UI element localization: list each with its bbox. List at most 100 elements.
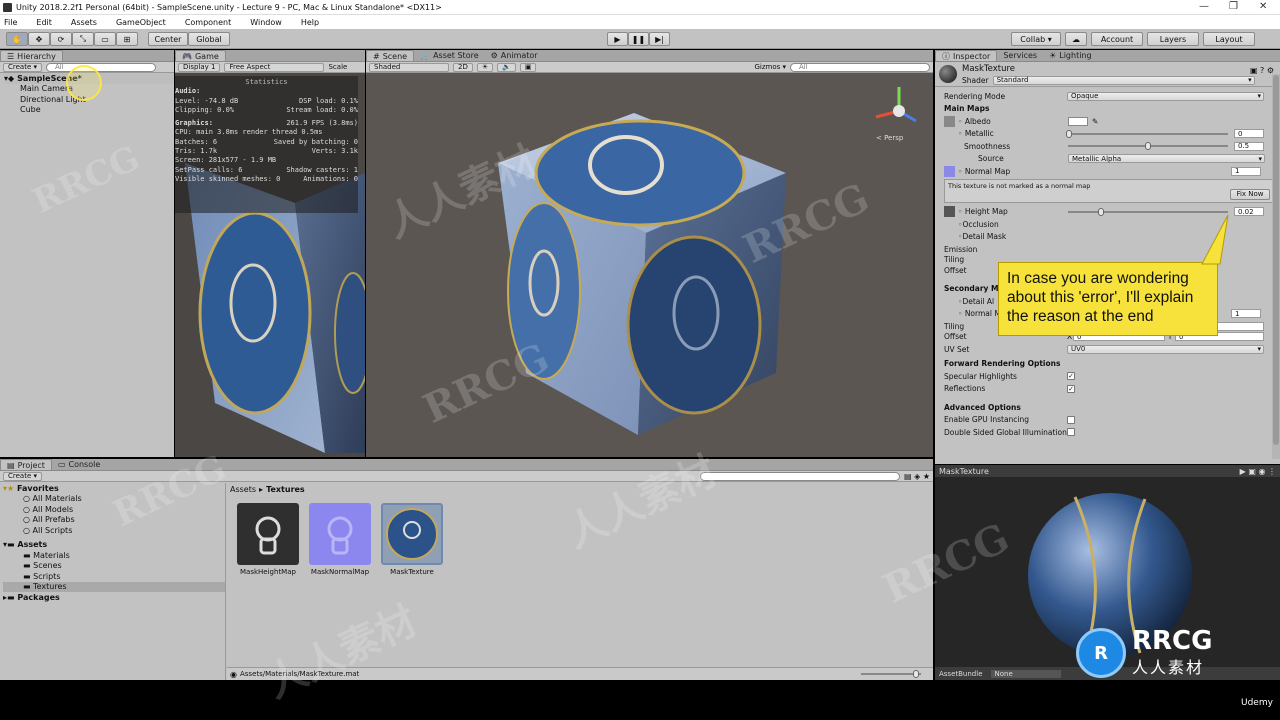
fav-all-models[interactable]: ○ All Models bbox=[3, 504, 225, 515]
folder-scenes[interactable]: ▬ Scenes bbox=[3, 561, 225, 572]
tab-game[interactable]: 🎮 Game bbox=[175, 50, 226, 61]
inspector-scrollbar-thumb[interactable] bbox=[1273, 75, 1279, 445]
transform-tool-icon[interactable]: ⊞ bbox=[116, 32, 138, 46]
packages-row[interactable]: ▸▬ Packages bbox=[3, 592, 225, 603]
menu-assets[interactable]: Assets bbox=[71, 18, 97, 27]
tab-lighting[interactable]: ☀ Lighting bbox=[1043, 50, 1098, 61]
menu-help[interactable]: Help bbox=[301, 18, 319, 27]
close-button[interactable]: ✕ bbox=[1259, 1, 1267, 12]
fix-now-button[interactable]: Fix Now bbox=[1230, 188, 1270, 200]
thumb-mask-texture[interactable] bbox=[381, 503, 443, 565]
normal-map2-field[interactable]: 1 bbox=[1231, 309, 1261, 319]
uv-set-dropdown[interactable]: UV0 ▾ bbox=[1067, 344, 1264, 354]
play-icon[interactable]: ▶ bbox=[607, 32, 628, 46]
hierarchy-create-button[interactable]: Create ▾ bbox=[3, 62, 42, 72]
display-dropdown[interactable]: Display 1 bbox=[178, 62, 221, 72]
gpu-instancing-checkbox[interactable] bbox=[1067, 415, 1075, 424]
project-create-button[interactable]: Create ▾ bbox=[3, 471, 42, 481]
smoothness-slider[interactable] bbox=[1068, 142, 1228, 151]
2d-toggle[interactable]: 2D bbox=[453, 62, 473, 72]
cloud-icon[interactable]: ☁ bbox=[1065, 32, 1087, 46]
collab-dropdown[interactable]: Collab ▾ bbox=[1011, 32, 1061, 46]
metallic-slider-knob[interactable] bbox=[1066, 129, 1072, 138]
assets-row[interactable]: ▾▬ Assets bbox=[3, 540, 225, 551]
hierarchy-search-input[interactable]: All bbox=[46, 62, 156, 72]
folder-materials[interactable]: ▬ Materials bbox=[3, 550, 225, 561]
menu-component[interactable]: Component bbox=[185, 18, 231, 27]
albedo-color-swatch[interactable] bbox=[1068, 116, 1088, 126]
rendering-mode-dropdown[interactable]: Opaque ▾ bbox=[1067, 91, 1264, 101]
tab-hierarchy[interactable]: ☰ Hierarchy bbox=[0, 50, 63, 61]
asset-bundle-dropdown[interactable]: None bbox=[990, 669, 1061, 678]
menu-window[interactable]: Window bbox=[250, 18, 282, 27]
persp-label[interactable]: < Persp bbox=[876, 134, 903, 142]
rect-tool-icon[interactable]: ▭ bbox=[94, 32, 116, 46]
fav-all-scripts[interactable]: ○ All Scripts bbox=[3, 525, 225, 536]
account-dropdown[interactable]: Account bbox=[1091, 32, 1143, 46]
thumbnail-size-slider[interactable] bbox=[861, 670, 921, 678]
aspect-dropdown[interactable]: Free Aspect bbox=[224, 62, 325, 72]
scale-tool-icon[interactable]: ⤡ bbox=[72, 32, 94, 46]
tab-asset-store[interactable]: 🛒 Asset Store bbox=[414, 50, 485, 61]
project-search-input[interactable] bbox=[700, 471, 901, 481]
pivot-center-button[interactable]: Center bbox=[148, 32, 188, 46]
shading-mode-dropdown[interactable]: Shaded bbox=[369, 62, 449, 72]
thumbnail-size-knob[interactable] bbox=[913, 670, 919, 678]
fav-all-materials[interactable]: ○ All Materials bbox=[3, 494, 225, 505]
source-dropdown[interactable]: Metallic Alpha ▾ bbox=[1068, 154, 1265, 164]
normal-map-texture-slot[interactable] bbox=[944, 165, 955, 177]
tab-scene[interactable]: # Scene bbox=[366, 50, 415, 61]
rotate-tool-icon[interactable]: ⟳ bbox=[50, 32, 72, 46]
fav-all-prefabs[interactable]: ○ All Prefabs bbox=[3, 515, 225, 526]
maximize-button[interactable]: ❐ bbox=[1229, 1, 1238, 12]
tab-inspector[interactable]: ⓘ Inspector bbox=[935, 50, 998, 61]
menu-file[interactable]: File bbox=[4, 18, 17, 27]
layers-dropdown[interactable]: Layers bbox=[1147, 32, 1199, 46]
move-tool-icon[interactable]: ✥ bbox=[28, 32, 50, 46]
folder-scripts[interactable]: ▬ Scripts bbox=[3, 571, 225, 582]
minimize-button[interactable]: — bbox=[1199, 1, 1209, 12]
height-map-slider-knob[interactable] bbox=[1098, 207, 1104, 216]
menu-edit[interactable]: Edit bbox=[36, 18, 52, 27]
thumb-mask-height-map[interactable] bbox=[237, 503, 299, 565]
albedo-texture-slot[interactable] bbox=[944, 115, 955, 127]
breadcrumb-textures[interactable]: Textures bbox=[266, 485, 305, 494]
normal-map-field[interactable]: 1 bbox=[1231, 166, 1261, 176]
project-filter-icons[interactable]: ▤ ◈ ★ bbox=[904, 472, 930, 481]
eyedropper-icon[interactable]: ✎ bbox=[1092, 117, 1098, 126]
audio-toggle-icon[interactable]: 🔈 bbox=[497, 62, 516, 72]
double-sided-gi-checkbox[interactable] bbox=[1067, 428, 1075, 437]
smoothness-slider-knob[interactable] bbox=[1145, 142, 1151, 151]
shader-dropdown[interactable]: Standard ▾ bbox=[992, 75, 1255, 85]
thumb-mask-normal-map[interactable] bbox=[309, 503, 371, 565]
breadcrumb-assets[interactable]: Assets bbox=[230, 485, 256, 494]
scene-search-input[interactable]: All bbox=[790, 62, 930, 72]
height-map-texture-slot[interactable] bbox=[944, 206, 955, 218]
preview-controls-icons[interactable]: ▶ ▣ ◉ ⋮ bbox=[1240, 467, 1276, 476]
tab-console[interactable]: ▭ Console bbox=[52, 459, 106, 470]
hierarchy-item-cube[interactable]: Cube bbox=[4, 105, 174, 116]
effects-toggle-icon[interactable]: ▣ bbox=[519, 62, 537, 72]
layout-dropdown[interactable]: Layout bbox=[1203, 32, 1255, 46]
gizmos-dropdown[interactable]: Gizmos ▾ bbox=[754, 63, 786, 71]
pivot-global-button[interactable]: Global bbox=[188, 32, 230, 46]
step-icon[interactable]: ▶| bbox=[649, 32, 670, 46]
metallic-field[interactable]: 0 bbox=[1234, 129, 1264, 139]
tab-services[interactable]: Services bbox=[997, 50, 1043, 61]
reflections-checkbox[interactable]: ✓ bbox=[1067, 384, 1075, 393]
component-settings-icons[interactable]: ▣ ? ⚙ bbox=[1250, 66, 1274, 75]
orientation-gizmo[interactable] bbox=[875, 87, 917, 123]
metallic-slider[interactable] bbox=[1066, 129, 1228, 138]
menu-gameobject[interactable]: GameObject bbox=[116, 18, 166, 27]
hand-tool-icon[interactable]: ✋ bbox=[6, 32, 28, 46]
pause-icon[interactable]: ❚❚ bbox=[628, 32, 649, 46]
folder-textures[interactable]: ▬ Textures bbox=[3, 581, 225, 592]
tab-project[interactable]: ▤ Project bbox=[0, 459, 52, 470]
specular-checkbox[interactable]: ✓ bbox=[1067, 372, 1075, 381]
tab-animator[interactable]: ⚙ Animator bbox=[485, 50, 544, 61]
inspector-scrollbar[interactable] bbox=[1272, 74, 1280, 459]
favorites-row[interactable]: ▾★ Favorites bbox=[3, 483, 225, 494]
smoothness-field[interactable]: 0.5 bbox=[1234, 141, 1264, 151]
scene-viewport[interactable] bbox=[366, 73, 933, 457]
lighting-toggle-icon[interactable]: ☀ bbox=[476, 62, 494, 72]
